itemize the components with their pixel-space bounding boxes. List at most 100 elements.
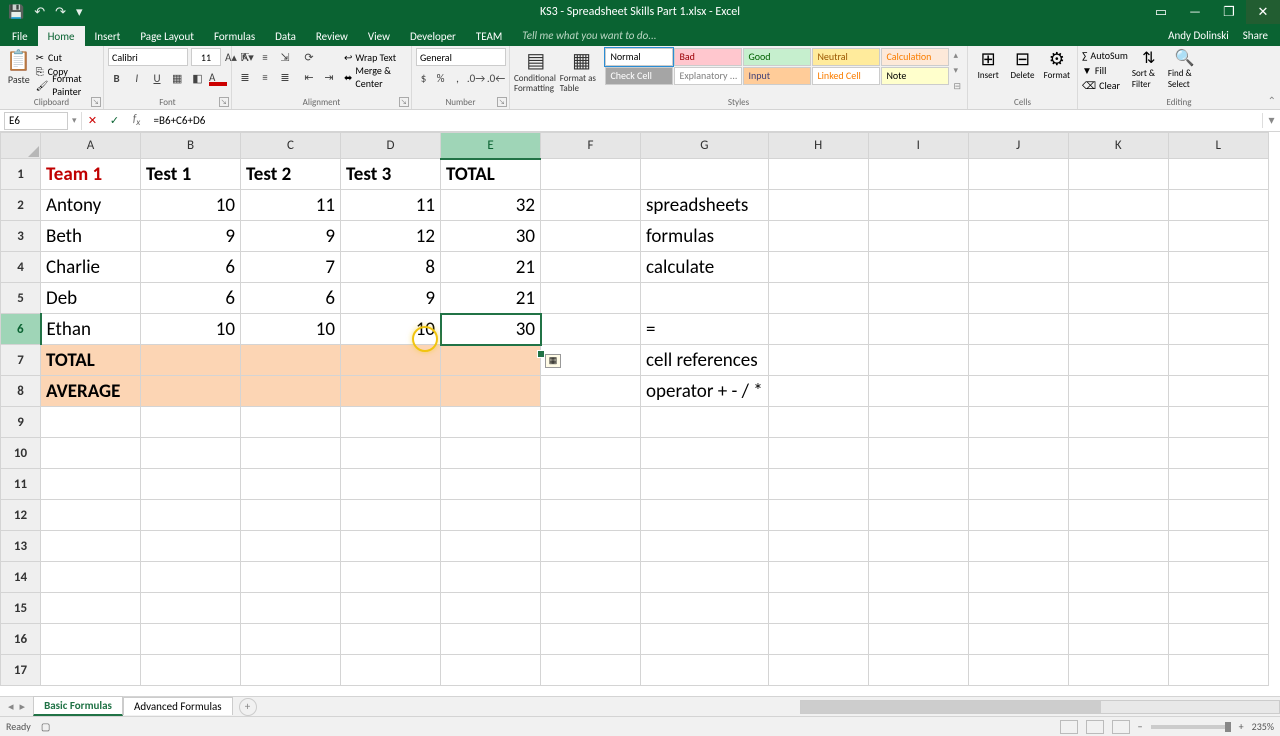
cell-I12[interactable] — [868, 500, 968, 531]
number-dialog-launcher[interactable]: ↘ — [497, 97, 507, 107]
cell-C9[interactable] — [241, 407, 341, 438]
cell-J12[interactable] — [968, 500, 1068, 531]
accounting-format-icon[interactable]: $ — [416, 69, 431, 87]
underline-button[interactable]: U — [148, 69, 165, 87]
cell-C17[interactable] — [241, 655, 341, 686]
cell-I16[interactable] — [868, 624, 968, 655]
cell-L12[interactable] — [1168, 500, 1268, 531]
cell-E12[interactable] — [441, 500, 541, 531]
spreadsheet-grid[interactable]: ABCDEFGHIJKL1Team 1Test 1Test 2Test 3TOT… — [0, 132, 1280, 696]
new-sheet-button[interactable]: + — [239, 698, 257, 716]
zoom-out-icon[interactable]: − — [1138, 720, 1143, 733]
cell-E1[interactable]: TOTAL — [441, 159, 541, 190]
cell-G10[interactable] — [641, 438, 769, 469]
tell-me[interactable]: Tell me what you want to do... — [512, 25, 666, 46]
cell-F17[interactable] — [541, 655, 641, 686]
row-header-15[interactable]: 15 — [1, 593, 41, 624]
cell-K17[interactable] — [1068, 655, 1168, 686]
insert-cells-button[interactable]: ⊞Insert — [972, 48, 1004, 81]
cell-K16[interactable] — [1068, 624, 1168, 655]
cell-D14[interactable] — [341, 562, 441, 593]
increase-decimal-icon[interactable]: .0→ — [467, 69, 485, 87]
row-header-7[interactable]: 7 — [1, 345, 41, 376]
cell-A2[interactable]: Antony — [41, 190, 141, 221]
cell-C14[interactable] — [241, 562, 341, 593]
cell-C16[interactable] — [241, 624, 341, 655]
cell-F15[interactable] — [541, 593, 641, 624]
formula-input[interactable] — [148, 112, 1262, 130]
cell-G14[interactable] — [641, 562, 769, 593]
cell-L8[interactable] — [1168, 376, 1268, 407]
name-box-dropdown-icon[interactable]: ▾ — [72, 115, 81, 126]
row-header-10[interactable]: 10 — [1, 438, 41, 469]
cell-B17[interactable] — [141, 655, 241, 686]
cell-F12[interactable] — [541, 500, 641, 531]
cell-style-bad[interactable]: Bad — [674, 48, 742, 66]
cell-H6[interactable] — [768, 314, 868, 345]
number-format-select[interactable] — [416, 48, 506, 66]
cell-C11[interactable] — [241, 469, 341, 500]
cell-B15[interactable] — [141, 593, 241, 624]
cell-D11[interactable] — [341, 469, 441, 500]
cell-D17[interactable] — [341, 655, 441, 686]
cell-E10[interactable] — [441, 438, 541, 469]
cell-H9[interactable] — [768, 407, 868, 438]
cell-A4[interactable]: Charlie — [41, 252, 141, 283]
cell-B6[interactable]: 10 — [141, 314, 241, 345]
cell-H2[interactable] — [768, 190, 868, 221]
cell-A13[interactable] — [41, 531, 141, 562]
styles-up-icon[interactable]: ▴ — [953, 50, 961, 61]
cell-F1[interactable] — [541, 159, 641, 190]
cell-G5[interactable] — [641, 283, 769, 314]
cell-D8[interactable] — [341, 376, 441, 407]
cell-H8[interactable] — [768, 376, 868, 407]
cell-B14[interactable] — [141, 562, 241, 593]
row-header-12[interactable]: 12 — [1, 500, 41, 531]
styles-more-icon[interactable]: ⊟ — [953, 81, 961, 92]
cell-D15[interactable] — [341, 593, 441, 624]
cell-J13[interactable] — [968, 531, 1068, 562]
cell-K8[interactable] — [1068, 376, 1168, 407]
cell-J5[interactable] — [968, 283, 1068, 314]
cell-G13[interactable] — [641, 531, 769, 562]
align-middle-icon[interactable]: ≡ — [256, 48, 274, 66]
font-color-button[interactable]: A — [209, 69, 227, 87]
tab-view[interactable]: View — [358, 26, 400, 46]
cell-A16[interactable] — [41, 624, 141, 655]
cell-K10[interactable] — [1068, 438, 1168, 469]
col-header-C[interactable]: C — [241, 133, 341, 159]
cell-B1[interactable]: Test 1 — [141, 159, 241, 190]
cell-I9[interactable] — [868, 407, 968, 438]
merge-center-button[interactable]: ⬌Merge & Center — [344, 68, 407, 86]
cell-C8[interactable] — [241, 376, 341, 407]
format-as-table-button[interactable]: ▦Format as Table — [560, 48, 604, 94]
cell-H1[interactable] — [768, 159, 868, 190]
cell-G15[interactable] — [641, 593, 769, 624]
cell-I13[interactable] — [868, 531, 968, 562]
col-header-B[interactable]: B — [141, 133, 241, 159]
cell-B3[interactable]: 9 — [141, 221, 241, 252]
cell-style-input[interactable]: Input — [743, 67, 811, 85]
cell-K14[interactable] — [1068, 562, 1168, 593]
cell-D2[interactable]: 11 — [341, 190, 441, 221]
row-header-2[interactable]: 2 — [1, 190, 41, 221]
cell-A11[interactable] — [41, 469, 141, 500]
cell-I1[interactable] — [868, 159, 968, 190]
cell-K12[interactable] — [1068, 500, 1168, 531]
cell-style-check-cell[interactable]: Check Cell — [605, 67, 673, 85]
cell-E15[interactable] — [441, 593, 541, 624]
cell-J8[interactable] — [968, 376, 1068, 407]
cell-G2[interactable]: spreadsheets — [641, 190, 769, 221]
cell-B13[interactable] — [141, 531, 241, 562]
zoom-in-icon[interactable]: + — [1239, 720, 1244, 733]
orientation-icon[interactable]: ⟳ — [300, 48, 318, 66]
row-header-3[interactable]: 3 — [1, 221, 41, 252]
align-top-icon[interactable]: ⇱ — [236, 48, 254, 66]
cell-I10[interactable] — [868, 438, 968, 469]
sheet-tab-basic[interactable]: Basic Formulas — [33, 696, 123, 716]
cell-A9[interactable] — [41, 407, 141, 438]
cell-B5[interactable]: 6 — [141, 283, 241, 314]
percent-format-icon[interactable]: % — [433, 69, 448, 87]
zoom-slider[interactable] — [1151, 725, 1231, 729]
cell-H12[interactable] — [768, 500, 868, 531]
